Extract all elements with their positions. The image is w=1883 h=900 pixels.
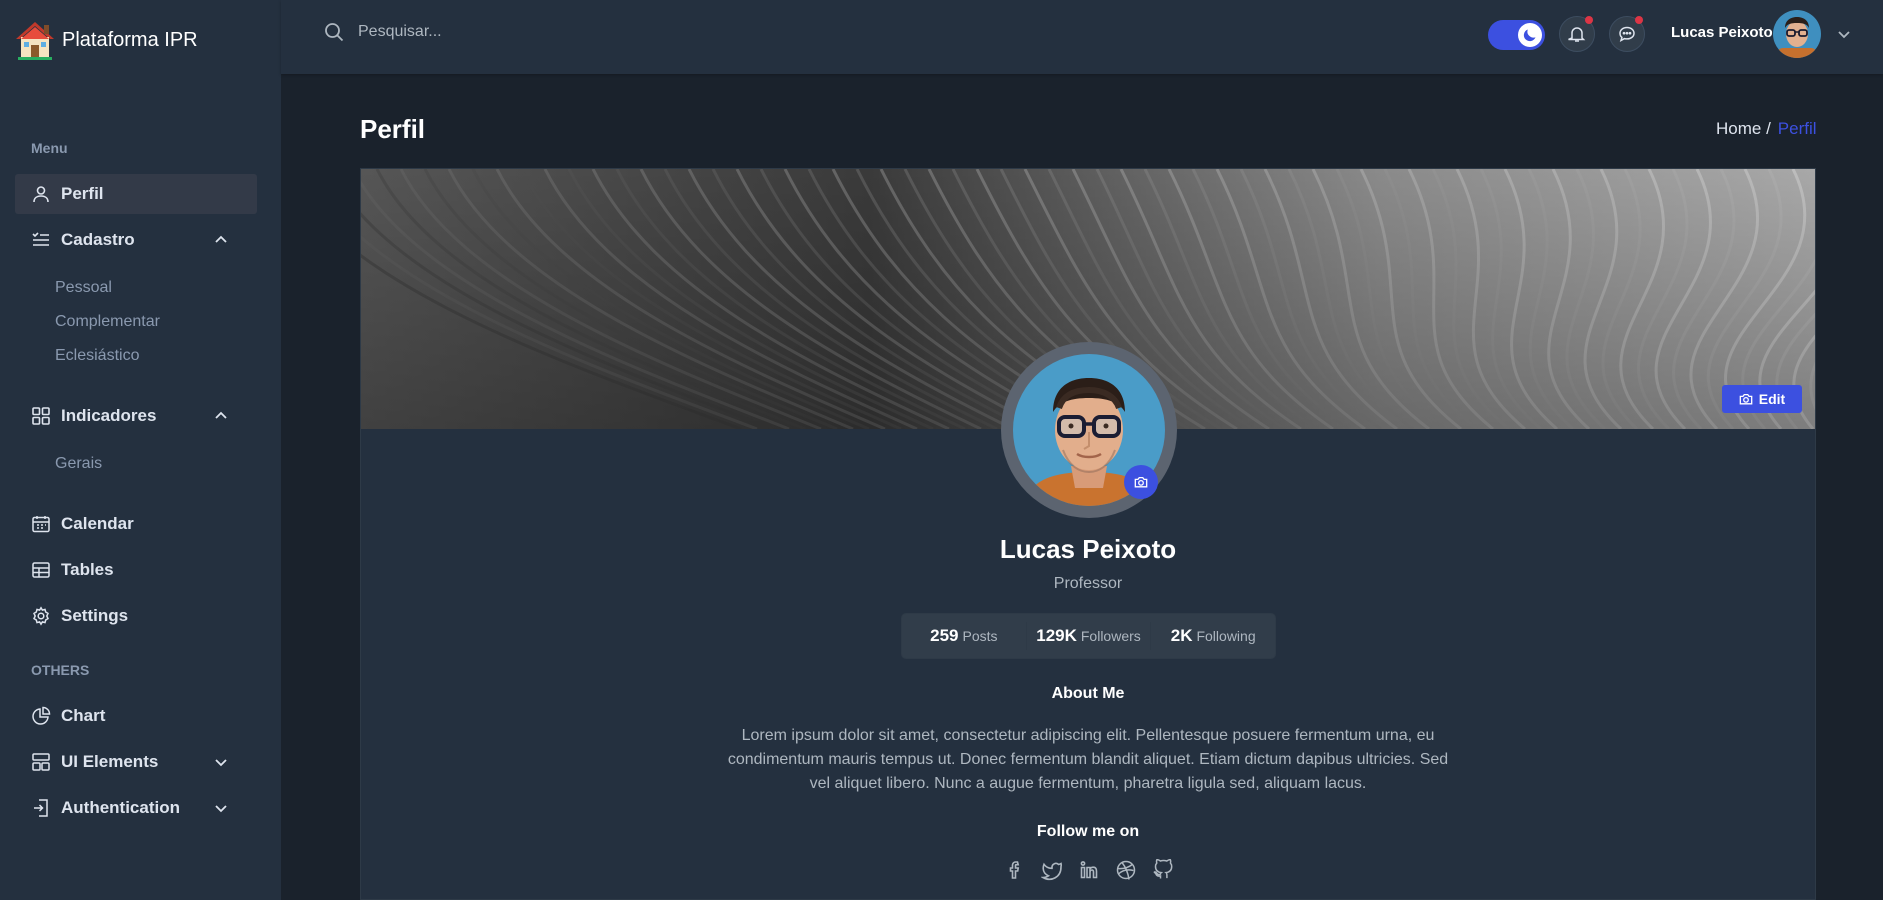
profile-name: Lucas Peixoto — [999, 534, 1177, 564]
house-logo-icon — [14, 19, 56, 61]
sidebar-item-label: UI Elements — [61, 752, 159, 771]
profile-card: Edit Lucas Peixoto Professor 259 Posts 1… — [360, 168, 1816, 900]
page-title: Perfil — [360, 114, 426, 144]
search-input[interactable] — [358, 23, 658, 41]
sidebar-item-indicadores[interactable]: Indicadores — [15, 396, 257, 436]
breadcrumb: Home / Perfil — [1716, 119, 1817, 139]
sidebar-item-label: Cadastro — [61, 230, 135, 249]
gear-icon — [31, 606, 51, 626]
social-links — [1004, 859, 1174, 881]
stat-following: 2K Following — [1151, 622, 1275, 650]
edit-label: Edit — [1758, 391, 1786, 407]
chevron-down-icon[interactable] — [213, 800, 229, 816]
breadcrumb-current: Perfil — [1777, 119, 1817, 138]
stat-label: Followers — [1080, 628, 1141, 644]
brand-title: Plataforma IPR — [62, 28, 198, 51]
grid-icon — [31, 406, 51, 426]
sidebar-subitem-pessoal[interactable]: Pessoal — [55, 279, 112, 297]
sidebar: Plataforma IPR Menu Perfil Cadastro Pess… — [0, 0, 281, 900]
table-icon — [31, 560, 51, 580]
profile-avatar-frame — [1001, 342, 1177, 518]
brand-logo-link[interactable]: Plataforma IPR — [14, 19, 198, 61]
toggle-knob — [1518, 23, 1542, 47]
messages-button[interactable] — [1609, 16, 1645, 52]
facebook-icon[interactable] — [1004, 859, 1026, 881]
pie-chart-icon — [31, 706, 51, 726]
about-text: Lorem ipsum dolor sit amet, consectetur … — [727, 727, 1449, 792]
menu-group-label: Menu — [31, 140, 68, 156]
bell-icon — [1568, 25, 1586, 43]
top-header: Lucas Peixoto — [281, 0, 1883, 74]
edit-cover-button[interactable]: Edit — [1722, 385, 1802, 413]
user-icon — [31, 184, 51, 204]
search-icon[interactable] — [324, 22, 344, 42]
sidebar-item-authentication[interactable]: Authentication — [15, 788, 257, 828]
follow-title: Follow me on — [1036, 823, 1140, 840]
profile-role: Professor — [1053, 575, 1123, 592]
sidebar-item-label: Indicadores — [61, 406, 157, 425]
search-bar — [324, 22, 658, 42]
layout-icon — [31, 752, 51, 772]
sidebar-item-perfil[interactable]: Perfil — [15, 174, 257, 214]
sidebar-item-label: Authentication — [61, 798, 180, 817]
sidebar-subitem-eclesiastico[interactable]: Eclesiástico — [55, 347, 139, 365]
stat-label: Following — [1196, 628, 1256, 644]
moon-icon — [1522, 27, 1538, 43]
chevron-down-icon[interactable] — [213, 754, 229, 770]
sidebar-item-calendar[interactable]: Calendar — [15, 504, 257, 544]
others-group-label: OTHERS — [31, 662, 90, 678]
camera-icon — [1134, 475, 1148, 489]
user-menu-chevron-icon[interactable] — [1836, 26, 1852, 42]
sidebar-item-label: Perfil — [61, 184, 104, 203]
header-user-name[interactable]: Lucas Peixoto — [1671, 24, 1773, 41]
sidebar-item-chart[interactable]: Chart — [15, 696, 257, 736]
sidebar-item-label: Tables — [61, 560, 114, 579]
stat-label: Posts — [962, 628, 998, 644]
sidebar-item-label: Chart — [61, 706, 106, 725]
sidebar-item-label: Settings — [61, 606, 129, 625]
header-avatar[interactable] — [1773, 10, 1821, 58]
chevron-up-icon[interactable] — [213, 408, 229, 424]
sidebar-subitem-complementar[interactable]: Complementar — [55, 313, 160, 331]
stat-value: 129K — [1036, 626, 1077, 645]
dark-mode-toggle[interactable] — [1488, 20, 1545, 50]
list-form-icon — [31, 230, 51, 250]
sidebar-item-cadastro[interactable]: Cadastro — [15, 220, 257, 260]
notification-dot — [1585, 16, 1593, 24]
breadcrumb-home-link[interactable]: Home / — [1716, 119, 1771, 139]
github-icon[interactable] — [1152, 859, 1174, 881]
chat-icon — [1618, 25, 1636, 43]
stat-posts: 259 Posts — [902, 622, 1027, 650]
sidebar-item-tables[interactable]: Tables — [15, 550, 257, 590]
login-icon — [31, 798, 51, 818]
stat-value: 259 — [930, 626, 959, 645]
stat-value: 2K — [1170, 626, 1193, 645]
sidebar-item-ui-elements[interactable]: UI Elements — [15, 742, 257, 782]
sidebar-item-settings[interactable]: Settings — [15, 596, 257, 636]
sidebar-item-label: Calendar — [61, 514, 134, 533]
chevron-up-icon[interactable] — [213, 232, 229, 248]
calendar-icon — [31, 514, 51, 534]
profile-stats: 259 Posts 129K Followers 2K Following — [901, 613, 1276, 659]
twitter-icon[interactable] — [1041, 859, 1063, 881]
sidebar-subitem-gerais[interactable]: Gerais — [55, 455, 102, 473]
linkedin-icon[interactable] — [1078, 859, 1100, 881]
camera-icon — [1739, 392, 1753, 406]
stat-followers: 129K Followers — [1027, 622, 1152, 650]
dribbble-icon[interactable] — [1115, 859, 1137, 881]
about-title: About Me — [1051, 685, 1125, 702]
change-avatar-button[interactable] — [1124, 465, 1158, 499]
notifications-button[interactable] — [1559, 16, 1595, 52]
message-dot — [1635, 16, 1643, 24]
